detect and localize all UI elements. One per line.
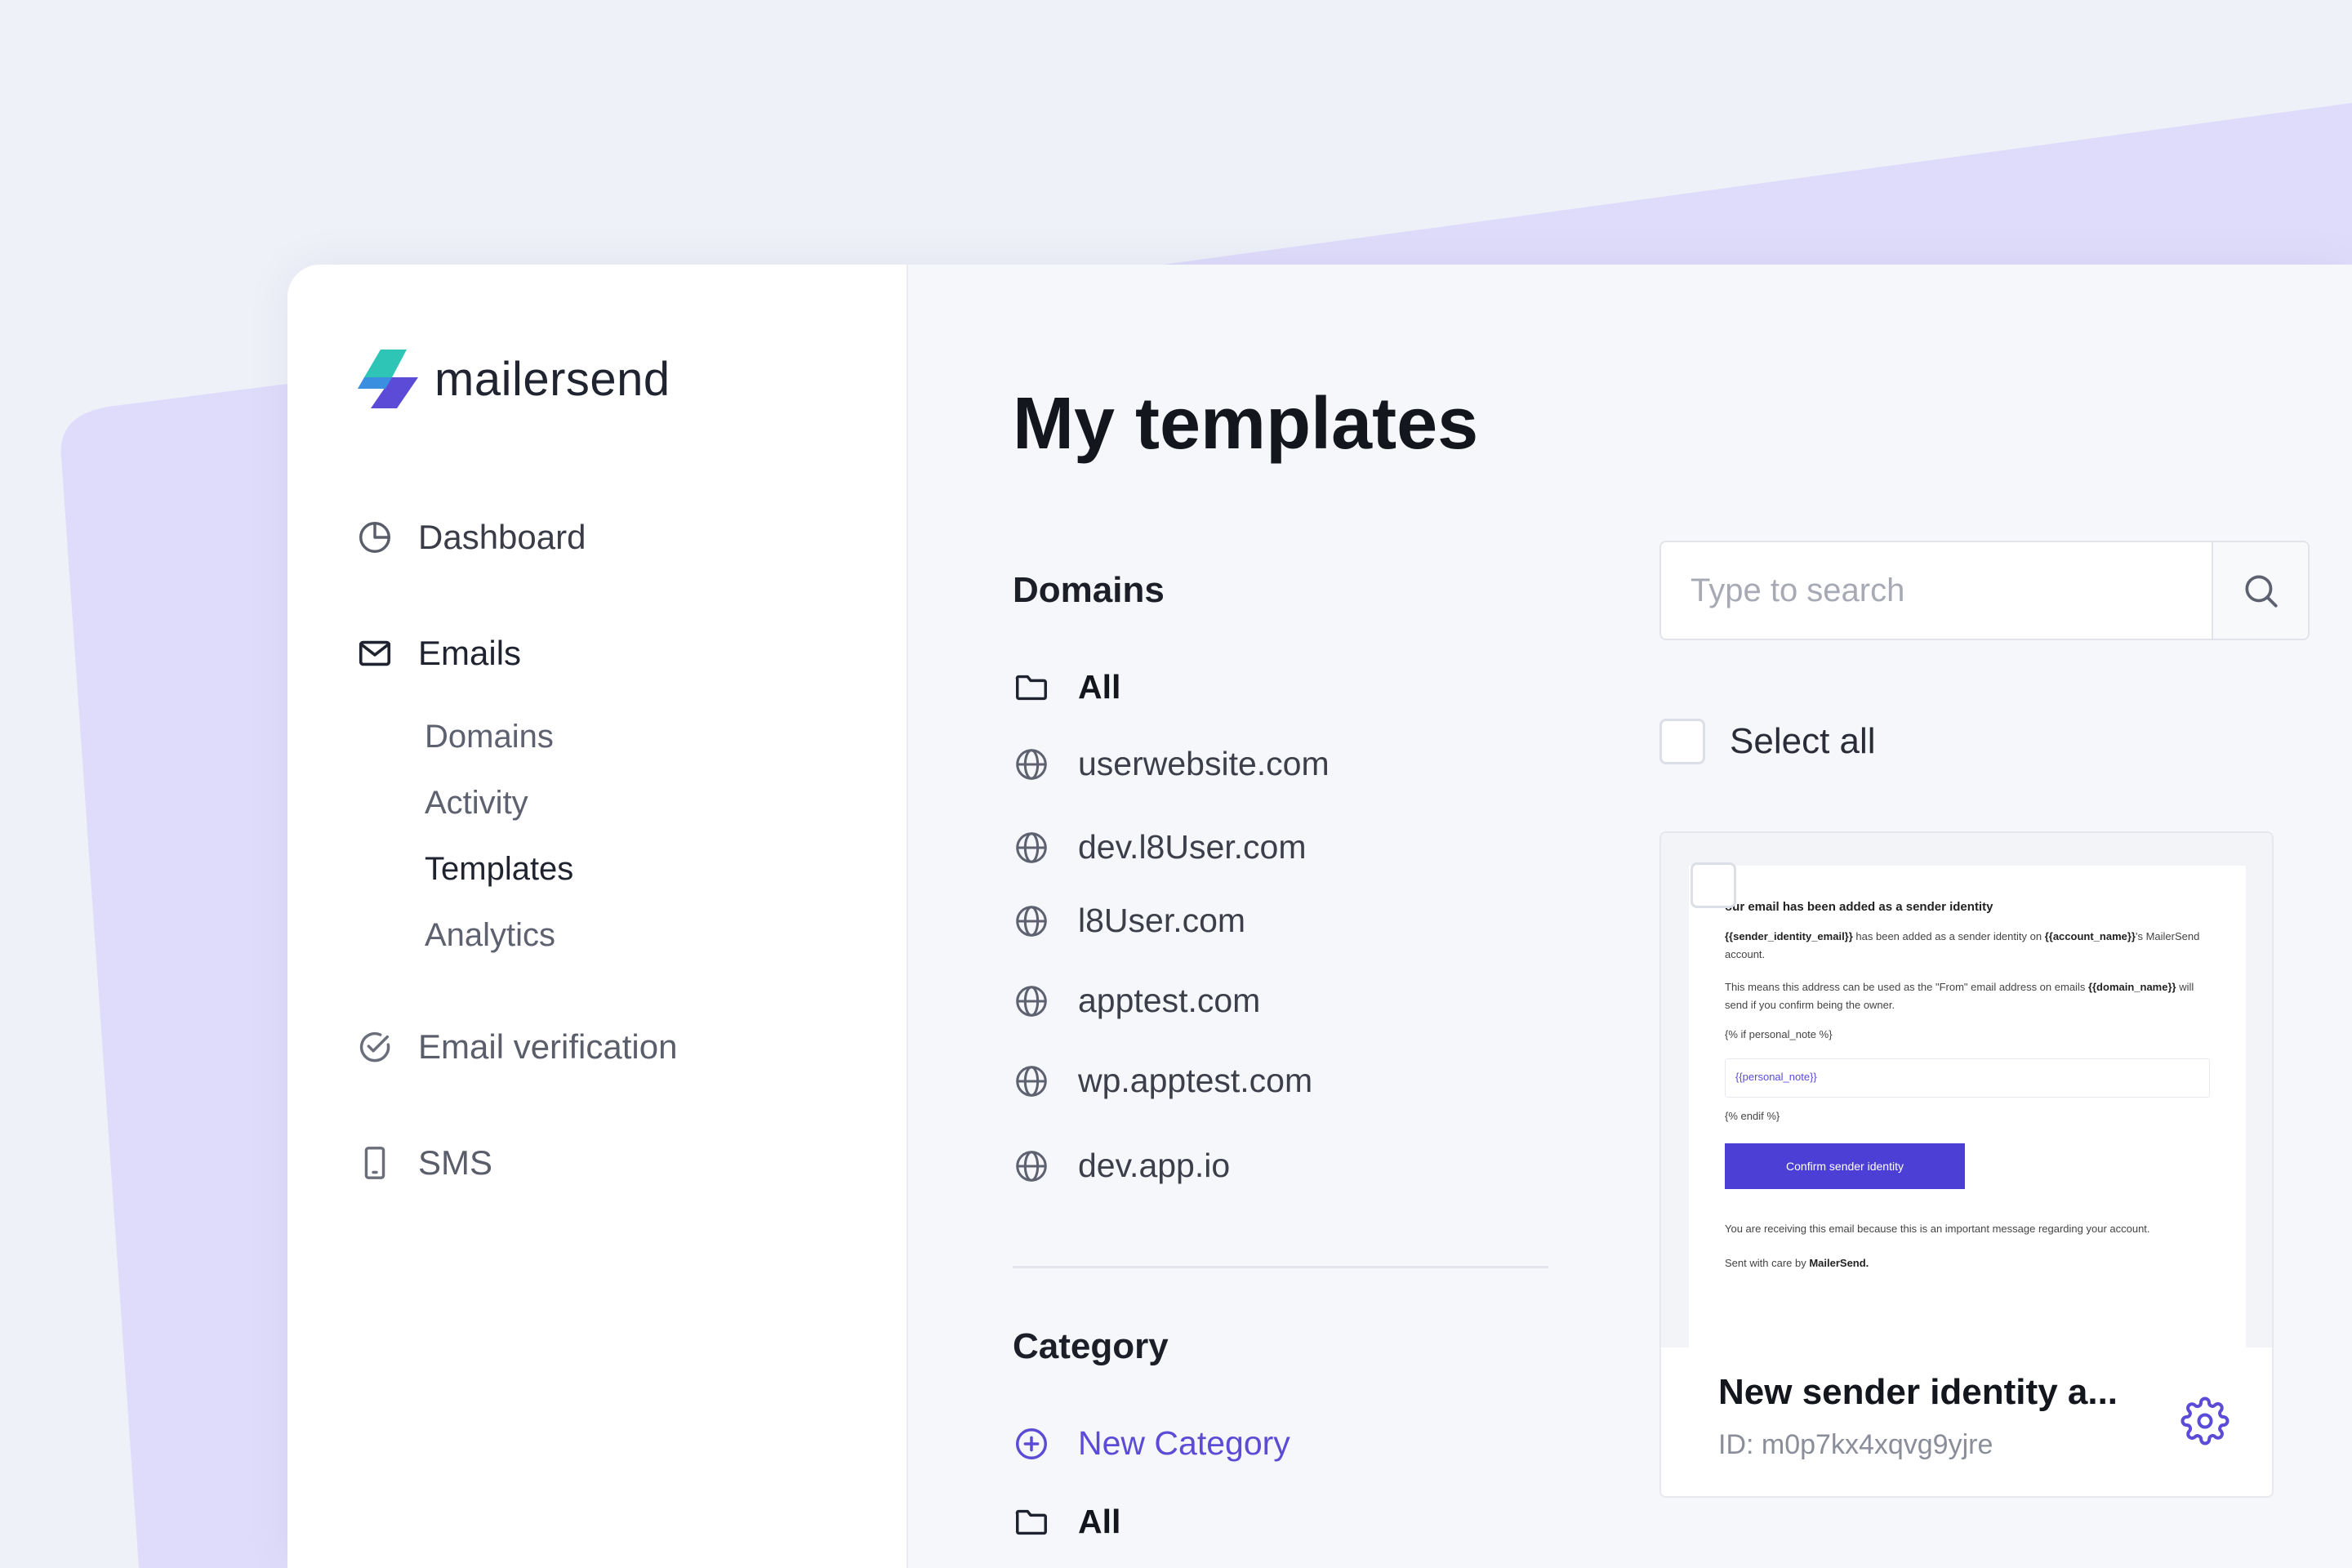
preview-text: has been added as a sender identity on <box>1852 930 2045 942</box>
domain-item-label: All <box>1078 668 1121 706</box>
sidebar: mailersend Dashboard Emails Domains Acti… <box>287 265 908 1568</box>
brand-name: mailersend <box>434 352 670 406</box>
check-circle-icon <box>359 1031 390 1062</box>
domain-item-label: dev.app.io <box>1078 1147 1231 1184</box>
domain-item[interactable]: apptest.com <box>1013 982 1260 1020</box>
preview-endif-tag: {% endif %} <box>1725 1110 1780 1122</box>
preview-variable: {{domain_name}} <box>2087 981 2176 993</box>
sidebar-item-label: Email verification <box>418 1027 678 1066</box>
preview-paragraph-1: {{sender_identity_email}} has been added… <box>1725 928 2215 964</box>
phone-icon <box>364 1147 385 1179</box>
mailersend-logo-icon <box>358 350 418 408</box>
search-box <box>1659 541 2310 640</box>
globe-icon <box>1016 1065 1047 1097</box>
new-category-label: New Category <box>1078 1424 1290 1462</box>
gear-icon[interactable] <box>2180 1396 2230 1446</box>
sidebar-item-label: SMS <box>418 1143 493 1182</box>
domain-item[interactable]: dev.app.io <box>1013 1147 1230 1185</box>
sidebar-subitem-activity[interactable]: Activity <box>425 785 528 822</box>
globe-icon <box>1016 985 1047 1017</box>
preview-confirm-button: Confirm sender identity <box>1725 1143 1965 1189</box>
sidebar-item-email-verification[interactable]: Email verification <box>356 1027 677 1067</box>
globe-icon <box>1016 1150 1047 1182</box>
template-card[interactable]: our email has been added as a sender ide… <box>1659 831 2274 1498</box>
category-item-label: All <box>1078 1503 1121 1540</box>
globe-icon <box>1016 748 1047 780</box>
preview-variable: {{sender_identity_email}} <box>1725 930 1853 942</box>
main-content: My templates Domains All userwebsite.com… <box>908 265 2352 1568</box>
search-input[interactable] <box>1661 542 2213 639</box>
preview-brand: MailerSend. <box>1809 1257 1869 1269</box>
email-preview-document: our email has been added as a sender ide… <box>1689 866 2246 1348</box>
envelope-icon <box>359 640 391 666</box>
folder-icon <box>1015 675 1047 700</box>
select-all-label: Select all <box>1730 721 1876 761</box>
section-divider <box>1013 1266 1548 1268</box>
domain-item-all[interactable]: All <box>1013 668 1120 706</box>
preview-heading: our email has been added as a sender ide… <box>1725 900 1993 914</box>
category-section-title: Category <box>1013 1326 1169 1366</box>
preview-paragraph-2: This means this address can be used as t… <box>1725 978 2215 1014</box>
globe-icon <box>1016 831 1047 863</box>
sidebar-item-emails[interactable]: Emails <box>356 634 521 673</box>
folder-icon <box>1015 1509 1047 1535</box>
sidebar-item-label: Emails <box>418 634 522 672</box>
domain-item-label: l8User.com <box>1078 902 1246 939</box>
template-card-footer: New sender identity a... ID: m0p7kx4xqvg… <box>1661 1348 2272 1496</box>
sidebar-item-label: Dashboard <box>418 518 586 556</box>
preview-note: {{personal_note}} <box>1725 1058 2210 1098</box>
domain-item[interactable]: wp.apptest.com <box>1013 1062 1312 1100</box>
search-button[interactable] <box>2212 542 2308 639</box>
domains-section-title: Domains <box>1013 570 1165 610</box>
preview-variable: {{account_name}} <box>2044 930 2136 942</box>
sidebar-item-dashboard[interactable]: Dashboard <box>356 518 586 557</box>
search-icon <box>2245 575 2278 608</box>
sidebar-item-sms[interactable]: SMS <box>356 1143 492 1183</box>
domain-item[interactable]: dev.l8User.com <box>1013 828 1307 866</box>
domain-item-label: wp.apptest.com <box>1078 1062 1313 1099</box>
category-item-all[interactable]: All <box>1013 1503 1120 1541</box>
brand-logo[interactable]: mailersend <box>356 350 670 408</box>
template-name[interactable]: New sender identity a... <box>1718 1372 2176 1413</box>
domain-item[interactable]: userwebsite.com <box>1013 745 1330 783</box>
domain-item[interactable]: l8User.com <box>1013 902 1245 940</box>
domain-item-label: dev.l8User.com <box>1078 828 1307 866</box>
template-preview[interactable]: our email has been added as a sender ide… <box>1661 833 2272 1348</box>
sidebar-subitem-analytics[interactable]: Analytics <box>425 917 555 954</box>
plus-circle-icon <box>1016 1428 1047 1459</box>
sidebar-subitem-templates[interactable]: Templates <box>425 851 573 888</box>
select-all-checkbox[interactable] <box>1659 719 1705 764</box>
domain-item-label: apptest.com <box>1078 982 1261 1019</box>
template-id: ID: m0p7kx4xqvg9yjre <box>1718 1429 1993 1460</box>
pie-chart-icon <box>359 522 390 553</box>
new-category-button[interactable]: New Category <box>1013 1424 1290 1463</box>
app-window: mailersend Dashboard Emails Domains Acti… <box>287 265 2352 1568</box>
preview-text: Sent with care by <box>1725 1257 1810 1269</box>
globe-icon <box>1016 905 1047 937</box>
sidebar-subitem-domains[interactable]: Domains <box>425 719 554 755</box>
preview-text: This means this address can be used as t… <box>1725 981 2088 993</box>
select-all[interactable]: Select all <box>1659 719 1876 764</box>
template-checkbox[interactable] <box>1690 862 1736 908</box>
preview-footer-2: Sent with care by MailerSend. <box>1725 1254 2215 1272</box>
page-title: My templates <box>1013 383 1479 465</box>
domain-item-label: userwebsite.com <box>1078 745 1330 782</box>
preview-footer-1: You are receiving this email because thi… <box>1725 1223 2150 1235</box>
preview-if-tag: {% if personal_note %} <box>1725 1028 1833 1040</box>
